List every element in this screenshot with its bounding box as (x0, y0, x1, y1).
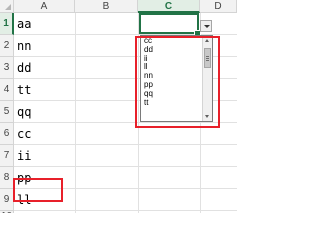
cell-a2[interactable]: nn (17, 35, 31, 57)
cell-a3[interactable]: dd (17, 57, 31, 79)
row-header-6[interactable]: 6 (0, 123, 14, 145)
select-all-corner[interactable] (0, 0, 14, 13)
column-header-a[interactable]: A (14, 0, 75, 13)
column-header-c[interactable]: C (138, 0, 200, 13)
active-cell-c1[interactable] (139, 13, 199, 34)
row-header-3[interactable]: 3 (0, 57, 14, 79)
highlight-box-dropdown (135, 36, 220, 128)
row-header-4[interactable]: 4 (0, 79, 14, 101)
chevron-down-icon (204, 25, 210, 28)
column-header-d[interactable]: D (200, 0, 237, 13)
cell-a6[interactable]: cc (17, 123, 31, 145)
cell-a1[interactable]: aa (17, 13, 31, 35)
highlight-box-a9 (13, 178, 63, 202)
gridline (14, 166, 237, 167)
row-header-2[interactable]: 2 (0, 35, 14, 57)
gridline (14, 144, 237, 145)
select-all-triangle-icon (5, 4, 11, 10)
row-header-7[interactable]: 7 (0, 145, 14, 167)
cell-a4[interactable]: tt (17, 79, 31, 101)
dropdown-button[interactable] (200, 20, 212, 32)
gridline (75, 13, 76, 213)
row-header-8[interactable]: 8 (0, 167, 14, 189)
spreadsheet-grid: A B C D 1 2 3 4 5 6 7 8 9 10 aa nn dd tt… (0, 0, 237, 213)
row-header-5[interactable]: 5 (0, 101, 14, 123)
row-header-9[interactable]: 9 (0, 189, 14, 211)
row-header-10[interactable]: 10 (0, 211, 14, 213)
cell-a7[interactable]: ii (17, 145, 31, 167)
gridline (14, 210, 237, 211)
row-header-1[interactable]: 1 (0, 13, 14, 35)
cell-a5[interactable]: qq (17, 101, 31, 123)
column-header-b[interactable]: B (75, 0, 138, 13)
